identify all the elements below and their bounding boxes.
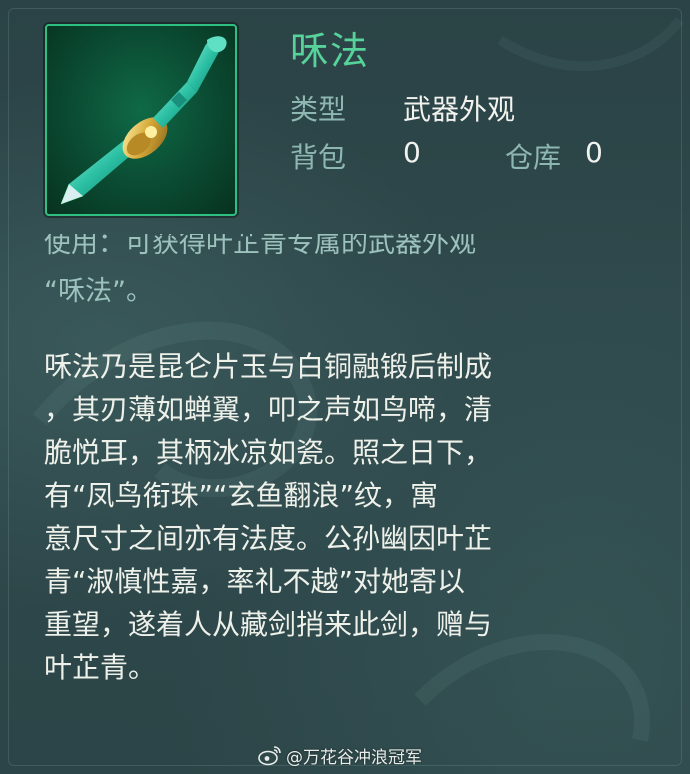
- bag-count: 0: [403, 136, 421, 169]
- description-line: 青“淑慎性嘉，率礼不越”对她寄以: [44, 565, 466, 598]
- description-line: ，其刃薄如蝉翼，叩之声如鸟啼，清: [44, 393, 493, 426]
- item-description: 咊法乃是昆仑片玉与白铜融锻后制成 ，其刃薄如蝉翼，叩之声如鸟啼，清 脆悦耳，其柄…: [44, 345, 669, 689]
- item-icon-frame[interactable]: [45, 24, 237, 216]
- description-line: 意尺寸之间亦有法度。公孙幽因叶芷: [44, 522, 493, 555]
- storage-label: 仓库: [505, 141, 562, 174]
- description-line: 脆悦耳，其柄冰凉如瓷。照之日下，: [44, 436, 493, 469]
- type-label: 类型: [290, 93, 347, 126]
- description-line: 咊法乃是昆仑片玉与白铜融锻后制成: [44, 350, 493, 383]
- watermark-text: @万花谷冲浪冠军: [286, 747, 422, 768]
- description-line: 有“凤鸟衔珠”“玄鱼翻浪”纹，寓: [44, 479, 439, 512]
- storage-count: 0: [585, 136, 603, 169]
- type-value: 武器外观: [403, 93, 516, 126]
- description-line: 重望，遂着人从藏剑捎来此剑，赠与: [44, 608, 493, 641]
- jade-flute-weapon-icon: [60, 36, 227, 205]
- usage-text: 使用：可获得叶芷青专属的武器外观 “咊法”。: [44, 234, 659, 324]
- usage-line: 使用：可获得叶芷青专属的武器外观: [44, 234, 476, 259]
- item-title: 咊法: [290, 29, 371, 73]
- description-line: 叶芷青。: [44, 651, 157, 684]
- bag-label: 背包: [290, 141, 347, 174]
- item-tooltip-panel: 咊法 类型 武器外观 背包 0 仓库 0 使用：可获得叶芷青专属的武器外观 “咊…: [0, 0, 690, 774]
- weibo-logo-icon: [258, 746, 281, 766]
- usage-line: “咊法”。: [44, 276, 153, 307]
- watermark: @万花谷冲浪冠军: [258, 742, 422, 768]
